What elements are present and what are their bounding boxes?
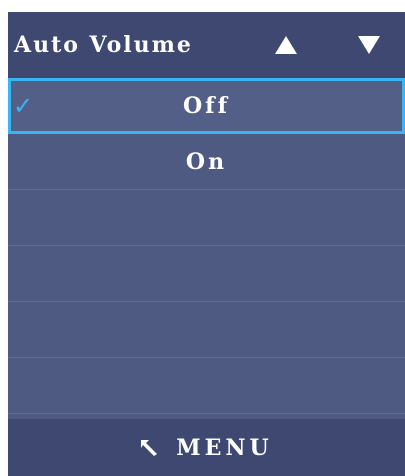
option-on[interactable]: On — [8, 134, 405, 190]
option-label — [8, 302, 405, 357]
menu-back-button[interactable]: MENU — [8, 419, 405, 476]
empty-row — [8, 246, 405, 302]
option-off[interactable]: ✓ Off — [8, 78, 405, 134]
menu-header: Auto Volume — [8, 12, 405, 78]
option-label — [8, 190, 405, 245]
osd-menu-panel: Auto Volume ✓ Off On MENU — [8, 12, 405, 476]
option-label: On — [185, 148, 228, 175]
menu-title: Auto Volume — [14, 32, 193, 58]
scroll-down-button[interactable] — [349, 12, 389, 78]
menu-back-label: MENU — [176, 434, 273, 461]
option-list: ✓ Off On — [8, 78, 405, 414]
empty-row — [8, 190, 405, 246]
empty-row — [8, 302, 405, 358]
screen-frame: Auto Volume ✓ Off On MENU — [0, 0, 405, 476]
return-arrow-icon — [140, 439, 158, 457]
empty-row — [8, 358, 405, 414]
triangle-down-icon — [358, 36, 380, 54]
option-label — [8, 358, 405, 413]
scroll-up-button[interactable] — [266, 12, 306, 78]
option-label: Off — [182, 93, 231, 119]
triangle-up-icon — [275, 36, 297, 54]
option-label — [8, 246, 405, 301]
